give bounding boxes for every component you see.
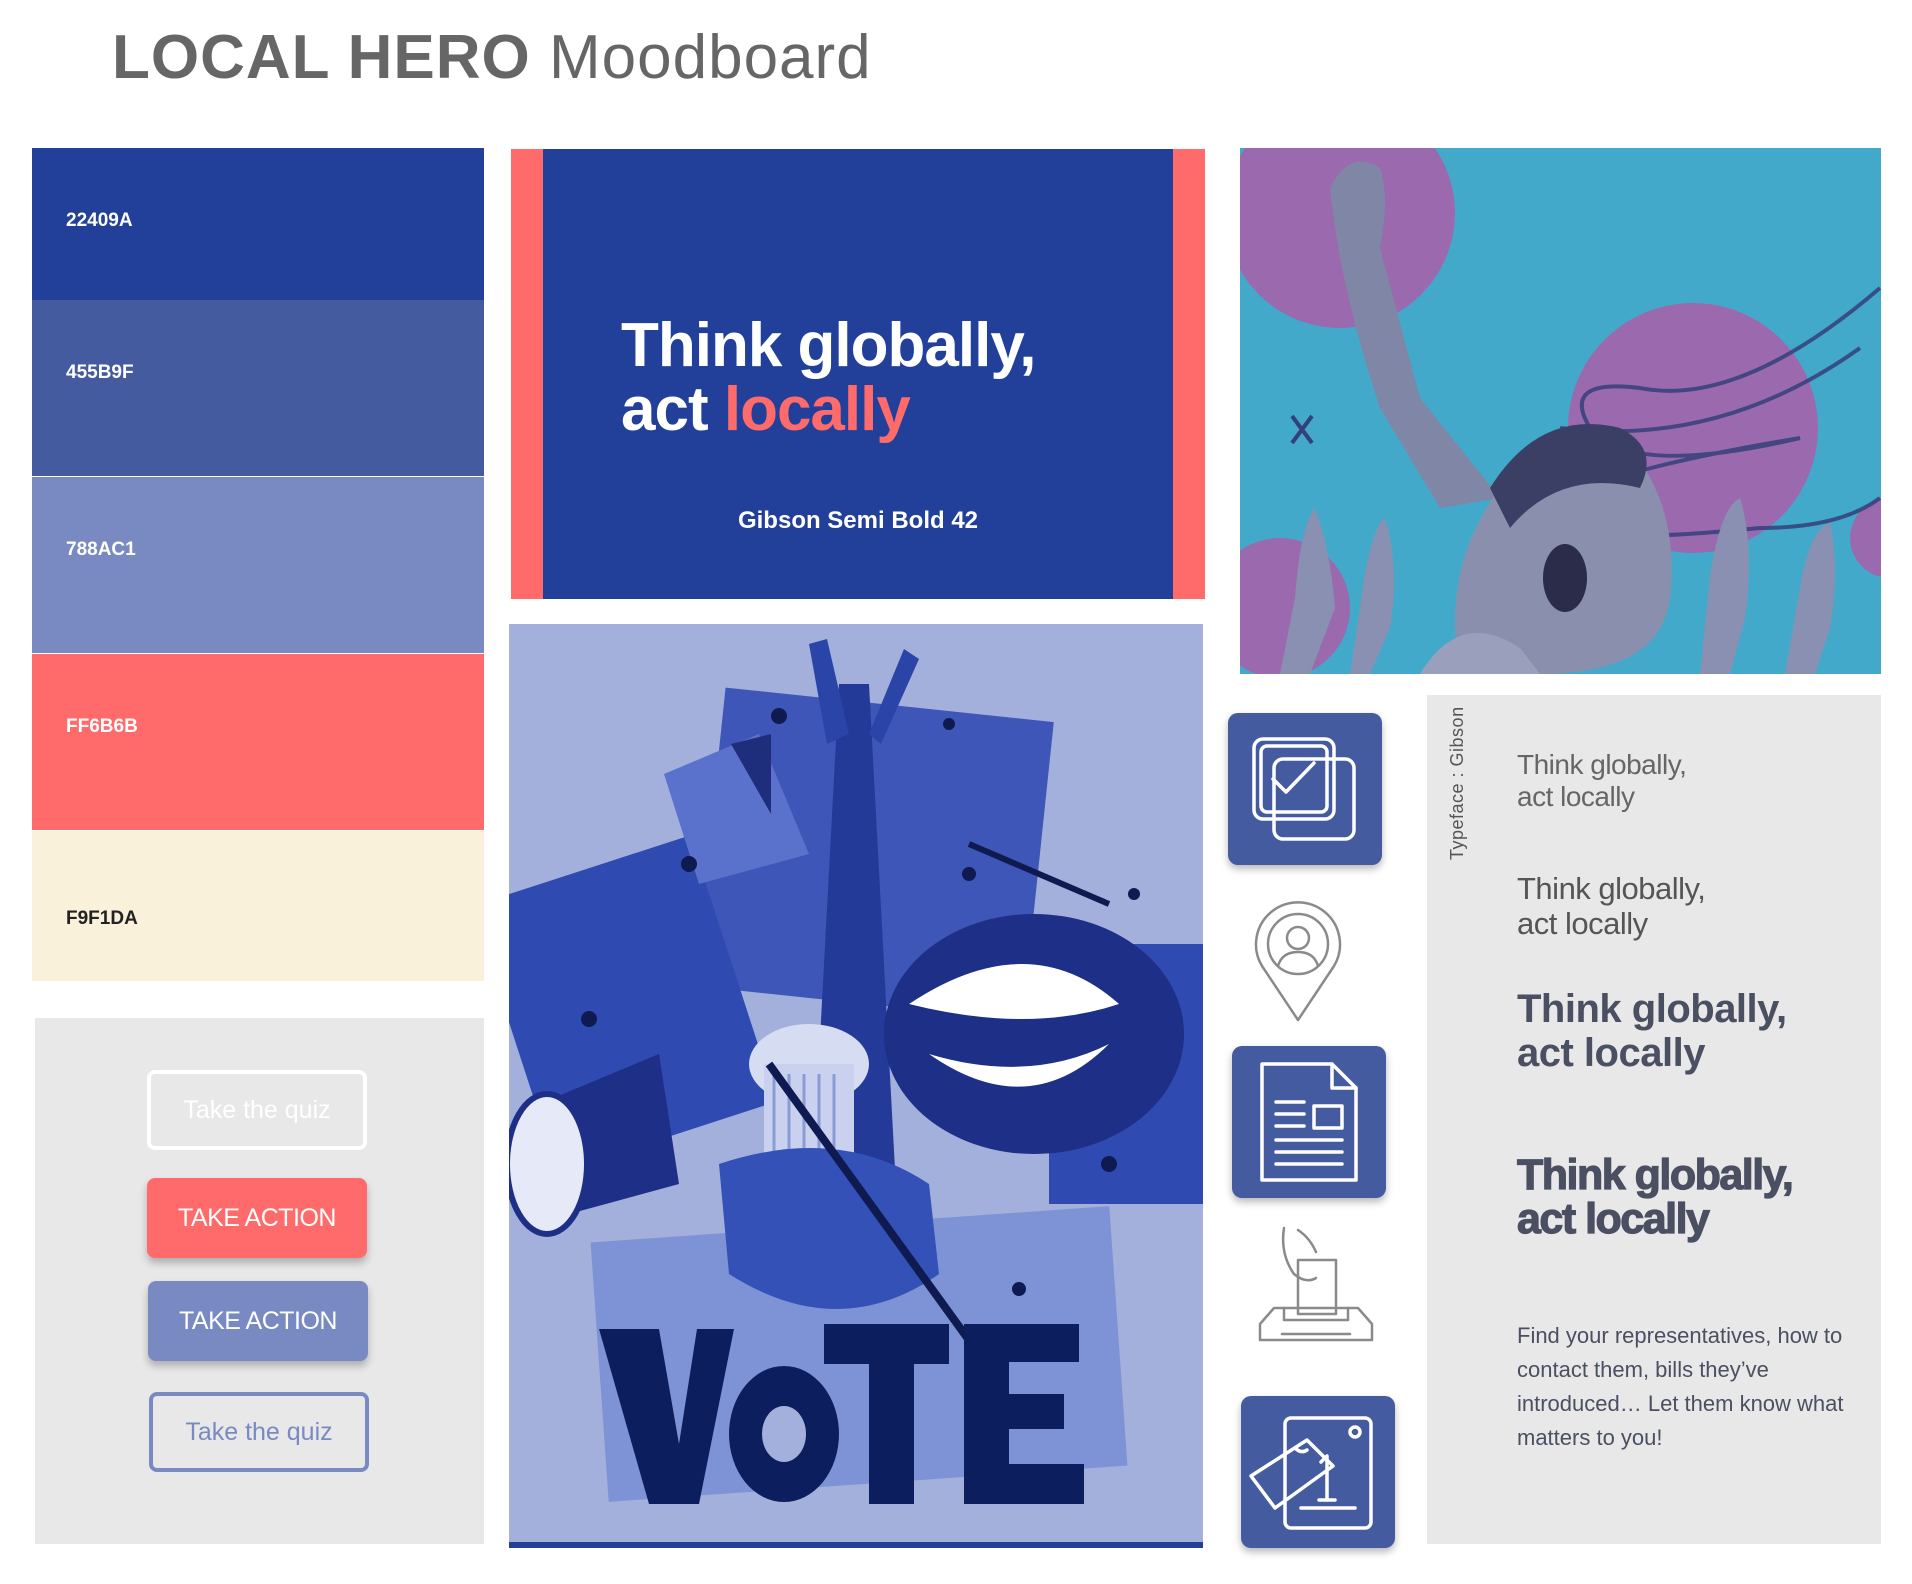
calendar-ticket-icon [1241, 1396, 1395, 1548]
type-sample-light: Think globally, act locally [1517, 749, 1687, 813]
body-copy-sample: Find your representatives, how to contac… [1517, 1323, 1844, 1450]
crowd-photo-illustration [1240, 148, 1881, 674]
type-sample-line-1: Think globally, [1517, 871, 1706, 906]
button-styles-panel: Take the quiz TAKE ACTION TAKE ACTION Ta… [35, 1018, 484, 1544]
typeface-label: Typeface : Gibson [1447, 706, 1467, 860]
type-sample-semibold: Think globally, act locally [1517, 987, 1787, 1075]
type-sample-line-2: act locally [1517, 781, 1635, 812]
document-icon [1232, 1046, 1386, 1198]
title-brand: LOCAL HERO [112, 23, 531, 92]
take-quiz-ghost-button[interactable]: Take the quiz [147, 1070, 367, 1150]
headline-text: Think globally, act locally [621, 311, 1036, 442]
typography-panel: Typeface : Gibson Think globally, act lo… [1427, 695, 1881, 1544]
take-action-periwinkle-button[interactable]: TAKE ACTION [148, 1281, 368, 1361]
color-swatch-tertiary: 788AC1 [32, 477, 484, 653]
type-sample-line-1: Think globally, [1516, 1151, 1794, 1199]
swatch-hex: 788AC1 [66, 539, 136, 560]
type-sample-line-2: act locally [1517, 906, 1648, 941]
color-swatch-accent: FF6B6B [32, 654, 484, 830]
swatch-hex: 22409A [66, 210, 133, 231]
type-sample-line-2: act locally [1516, 1195, 1710, 1243]
take-quiz-outline-button[interactable]: Take the quiz [149, 1392, 369, 1472]
color-swatch-cream: F9F1DA [32, 831, 484, 981]
swatch-hex: FF6B6B [66, 716, 138, 737]
type-sample-line-1: Think globally, [1517, 749, 1687, 780]
vote-collage-illustration [509, 639, 1203, 1548]
crowd-photo [1240, 148, 1881, 674]
type-sample-line-2: act locally [1517, 1031, 1705, 1075]
color-swatch-secondary: 455B9F [32, 300, 484, 476]
checklist-icon [1228, 713, 1382, 865]
location-person-icon [1250, 900, 1346, 1024]
title-suffix: Moodboard [549, 23, 872, 92]
swatch-hex: 455B9F [66, 362, 134, 383]
headline-line-1: Think globally, [621, 311, 1036, 380]
headline-card-inner: Think globally, act locally Gibson Semi … [543, 149, 1173, 599]
type-sample-line-1: Think globally, [1517, 987, 1787, 1031]
take-action-coral-button[interactable]: TAKE ACTION [147, 1178, 367, 1258]
type-sample-heavy: Think globally, act locally [1516, 1151, 1794, 1243]
type-sample-regular: Think globally, act locally [1517, 871, 1706, 941]
headline-font-caption: Gibson Semi Bold 42 [737, 507, 979, 534]
headline-accent-word: locally [723, 375, 911, 444]
headline-line-2: act locally [621, 378, 1035, 442]
color-swatch-primary: 22409A [32, 148, 484, 324]
headline-card: Think globally, act locally Gibson Semi … [511, 149, 1205, 599]
swatch-hex: F9F1DA [66, 908, 138, 929]
ballot-box-icon [1254, 1224, 1378, 1346]
headline-line-2-prefix: act [621, 375, 724, 444]
page-title: LOCAL HERO Moodboard [112, 22, 872, 93]
vote-collage-image [509, 624, 1203, 1548]
